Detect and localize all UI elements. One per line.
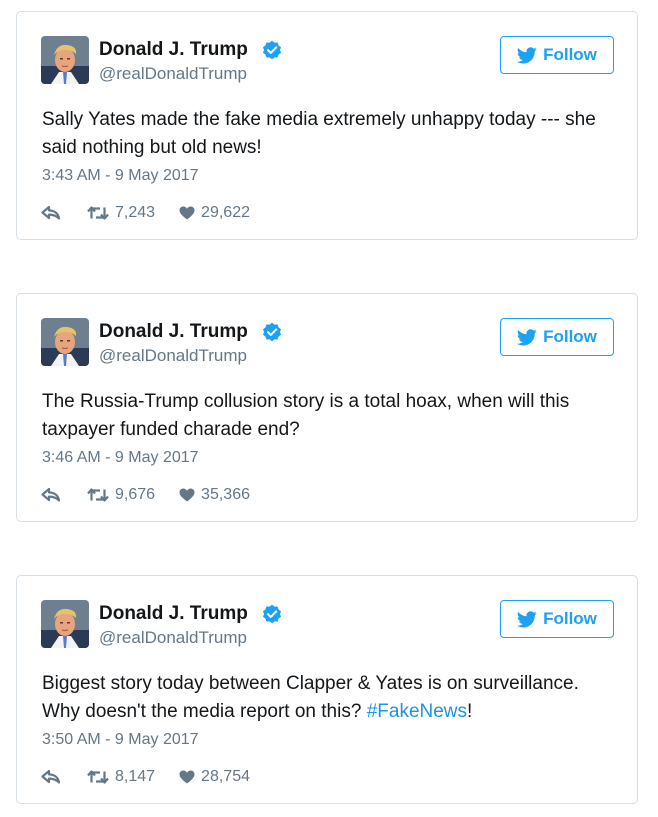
avatar-image <box>41 318 89 366</box>
avatar[interactable] <box>41 36 89 84</box>
like-button[interactable]: 28,754 <box>179 768 250 786</box>
tweet-actions: 9,676 35,366 <box>41 484 250 506</box>
tweet-text-end: ! <box>467 701 473 722</box>
avatar[interactable] <box>41 600 89 648</box>
avatar[interactable] <box>41 318 89 366</box>
tweet-card[interactable]: Donald J. Trump @realDonaldTrump Follow … <box>16 575 638 804</box>
author-handle[interactable]: @realDonaldTrump <box>99 64 247 84</box>
verified-badge-icon <box>263 322 281 342</box>
heart-icon <box>179 206 195 220</box>
verified-badge-icon <box>263 40 281 60</box>
tweet-text-body: Biggest story today between Clapper & Ya… <box>42 673 579 722</box>
follow-button-label: Follow <box>543 45 597 64</box>
follow-button-label: Follow <box>543 609 597 628</box>
follow-button[interactable]: Follow <box>500 318 614 356</box>
avatar-image <box>41 600 89 648</box>
hashtag-link[interactable]: #FakeNews <box>367 701 467 722</box>
retweet-icon <box>87 488 109 502</box>
like-button[interactable]: 29,622 <box>179 204 250 222</box>
tweet-card[interactable]: Donald J. Trump @realDonaldTrump Follow … <box>16 11 638 240</box>
tweet-timestamp[interactable]: 3:46 AM - 9 May 2017 <box>42 448 199 468</box>
tweet-actions: 7,243 29,622 <box>41 202 250 224</box>
like-count: 28,754 <box>201 768 250 785</box>
tweet-card[interactable]: Donald J. Trump @realDonaldTrump Follow … <box>16 293 638 522</box>
author-name[interactable]: Donald J. Trump <box>99 603 248 625</box>
avatar-image <box>41 36 89 84</box>
twitter-bird-icon <box>517 46 537 63</box>
retweet-count: 8,147 <box>115 768 156 785</box>
reply-icon <box>41 488 61 502</box>
tweet-text: Sally Yates made the fake media extremel… <box>42 106 617 162</box>
follow-button-label: Follow <box>543 327 597 346</box>
retweet-icon <box>87 770 109 784</box>
retweet-icon <box>87 206 109 220</box>
like-count: 29,622 <box>201 204 250 221</box>
retweet-button[interactable]: 9,676 <box>87 486 155 504</box>
retweet-button[interactable]: 7,243 <box>87 204 155 222</box>
tweet-text-body: Sally Yates made the fake media extremel… <box>42 109 596 158</box>
tweet-text-body: The Russia-Trump collusion story is a to… <box>42 391 570 440</box>
author-name[interactable]: Donald J. Trump <box>99 321 248 343</box>
tweet-timestamp[interactable]: 3:43 AM - 9 May 2017 <box>42 166 199 186</box>
tweet-text: Biggest story today between Clapper & Ya… <box>42 670 617 726</box>
author-handle[interactable]: @realDonaldTrump <box>99 628 247 648</box>
follow-button[interactable]: Follow <box>500 600 614 638</box>
like-button[interactable]: 35,366 <box>179 486 250 504</box>
retweet-button[interactable]: 8,147 <box>87 768 155 786</box>
like-count: 35,366 <box>201 486 250 503</box>
reply-button[interactable] <box>41 488 65 502</box>
twitter-bird-icon <box>517 610 537 627</box>
heart-icon <box>179 488 195 502</box>
reply-button[interactable] <box>41 206 65 220</box>
author-name[interactable]: Donald J. Trump <box>99 39 248 61</box>
tweet-feed: Donald J. Trump @realDonaldTrump Follow … <box>0 0 658 817</box>
reply-icon <box>41 770 61 784</box>
retweet-count: 9,676 <box>115 486 156 503</box>
tweet-text: The Russia-Trump collusion story is a to… <box>42 388 617 444</box>
reply-button[interactable] <box>41 770 65 784</box>
author-handle[interactable]: @realDonaldTrump <box>99 346 247 366</box>
follow-button[interactable]: Follow <box>500 36 614 74</box>
heart-icon <box>179 770 195 784</box>
verified-badge-icon <box>263 604 281 624</box>
reply-icon <box>41 206 61 220</box>
tweet-timestamp[interactable]: 3:50 AM - 9 May 2017 <box>42 730 199 750</box>
retweet-count: 7,243 <box>115 204 156 221</box>
tweet-actions: 8,147 28,754 <box>41 766 250 788</box>
twitter-bird-icon <box>517 328 537 345</box>
